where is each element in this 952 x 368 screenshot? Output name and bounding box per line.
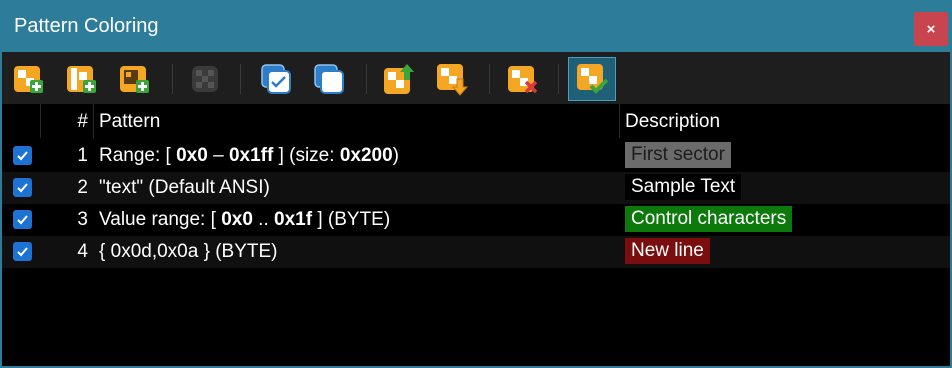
row-number: 1 [77, 145, 88, 166]
add-from-selection-button[interactable] [63, 60, 101, 98]
row-number: 4 [77, 241, 88, 262]
table-row[interactable]: 1 Range: [ 0x0 – 0x1ff ] (size: 0x200) F… [2, 140, 950, 172]
deselect-all-button[interactable] [310, 60, 348, 98]
header-num[interactable]: # [42, 111, 88, 133]
row-description: Sample Text [625, 174, 742, 200]
window-title: Pattern Coloring [14, 15, 159, 37]
select-all-icon [261, 64, 291, 94]
pattern-text: ] (size: [273, 145, 340, 166]
close-button[interactable]: × [914, 12, 948, 46]
apply-coloring-button[interactable] [568, 57, 616, 101]
table-row[interactable]: 3 Value range: [ 0x0 .. 0x1f ] (BYTE) Co… [2, 204, 950, 236]
pattern-text: – [207, 145, 229, 166]
row-enabled-checkbox[interactable] [13, 178, 32, 197]
toolbar [2, 52, 950, 104]
header-description[interactable]: Description [625, 111, 720, 133]
move-up-icon [384, 64, 414, 94]
add-pattern-button[interactable] [10, 60, 48, 98]
title-bar: Pattern Coloring × [0, 0, 952, 52]
toolbar-separator [366, 64, 367, 94]
pattern-text: Value range: [ [99, 209, 222, 230]
header-pattern[interactable]: Pattern [99, 111, 160, 133]
row-description: First sector [625, 142, 731, 168]
toolbar-separator [172, 64, 173, 94]
disable-pattern-icon [192, 66, 218, 92]
disable-pattern-button[interactable] [186, 60, 224, 98]
pattern-text: Range: [ [99, 145, 177, 166]
apply-coloring-icon [577, 64, 609, 94]
add-pattern-from-template-icon [120, 66, 149, 93]
add-pattern-icon [14, 66, 43, 93]
row-pattern: Range: [ 0x0 – 0x1ff ] (size: 0x200) [99, 145, 399, 167]
select-all-button[interactable] [257, 60, 295, 98]
checkmark-icon [17, 247, 28, 257]
row-pattern: "text" (Default ANSI) [99, 177, 270, 198]
pattern-value: 0x1f [274, 209, 313, 230]
add-from-template-button[interactable] [116, 60, 154, 98]
table-row[interactable]: 4 { 0x0d,0x0a } (BYTE) New line [2, 236, 950, 268]
column-divider [619, 104, 620, 138]
move-up-button[interactable] [380, 60, 418, 98]
pattern-value: 0x200 [339, 145, 393, 166]
move-down-button[interactable] [433, 60, 471, 98]
row-description: Control characters [625, 206, 793, 232]
row-number: 2 [77, 177, 88, 198]
pattern-value: 0x1ff [228, 145, 274, 166]
row-enabled-checkbox[interactable] [13, 242, 32, 261]
move-down-icon [437, 64, 469, 96]
table-row[interactable]: 2 "text" (Default ANSI) Sample Text [2, 172, 950, 204]
row-pattern: Value range: [ 0x0 .. 0x1f ] (BYTE) [99, 209, 390, 231]
content-area: # Pattern Description 1 Range: [ 0x0 – 0… [2, 52, 950, 366]
row-number: 3 [77, 209, 88, 230]
toolbar-separator [489, 64, 490, 94]
pattern-value: 0x0 [221, 209, 253, 230]
row-pattern: { 0x0d,0x0a } (BYTE) [99, 241, 278, 262]
pattern-value: 0x0 [176, 145, 208, 166]
pattern-text: ) [392, 145, 399, 166]
pattern-text: ] (BYTE) [312, 209, 391, 230]
row-description: New line [625, 238, 710, 264]
table-header: # Pattern Description [2, 104, 950, 138]
column-divider [93, 104, 94, 138]
checkmark-icon [17, 183, 28, 193]
column-divider [40, 104, 41, 138]
delete-pattern-icon [508, 66, 538, 94]
row-enabled-checkbox[interactable] [13, 210, 32, 229]
toolbar-separator [558, 64, 559, 94]
toolbar-separator [240, 64, 241, 94]
delete-pattern-button[interactable] [504, 60, 542, 98]
checkmark-icon [17, 215, 28, 225]
pattern-text: .. [252, 209, 275, 230]
deselect-all-icon [314, 64, 344, 94]
checkmark-icon [17, 151, 28, 161]
row-enabled-checkbox[interactable] [13, 146, 32, 165]
pattern-coloring-window: Pattern Coloring × # Pattern Description… [0, 0, 952, 368]
add-pattern-from-selection-icon [67, 66, 96, 93]
